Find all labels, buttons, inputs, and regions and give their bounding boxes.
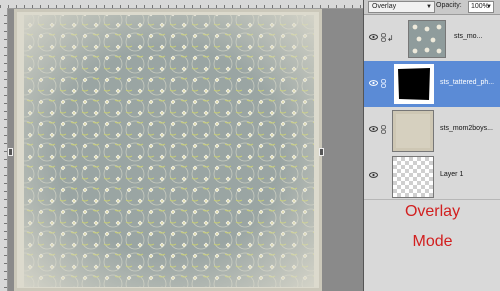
layer-name: sts_mo... <box>454 33 483 40</box>
opacity-input[interactable]: 100% ▼ <box>468 1 494 13</box>
layer-row-selected[interactable]: sts_tattered_ph... <box>364 61 500 108</box>
eye-icon[interactable] <box>369 34 378 40</box>
pattern-paper-image <box>14 9 322 291</box>
layer-thumbnail <box>394 64 434 104</box>
link-icon[interactable] <box>381 33 386 42</box>
clip-arrow-icon: ↲ <box>387 34 394 43</box>
transform-handle-left[interactable] <box>8 148 13 156</box>
link-icon[interactable] <box>381 125 386 134</box>
transform-handle-right[interactable] <box>319 148 324 156</box>
layer-row[interactable]: ↲ sts_mo... <box>364 15 500 62</box>
overlay-annotation-line1: Overlay <box>404 203 461 220</box>
layer-thumbnail <box>392 110 434 152</box>
layers-panel: Overlay ▼ Opacity: 100% ▼ ↲ sts_mo... st… <box>363 0 500 291</box>
eye-icon[interactable] <box>369 126 378 132</box>
layer-name: sts_tattered_ph... <box>440 79 495 86</box>
blend-mode-value: Overlay <box>372 3 397 10</box>
layer-name: sts_mom2boys... <box>440 125 493 132</box>
horizontal-ruler <box>0 0 363 9</box>
blend-mode-select[interactable]: Overlay ▼ <box>368 1 435 13</box>
chevron-down-icon: ▼ <box>426 4 432 10</box>
canvas-area[interactable] <box>0 0 363 291</box>
document-canvas[interactable] <box>14 9 322 291</box>
overlay-annotation-line2: Mode <box>412 233 453 250</box>
vertical-ruler <box>0 8 8 291</box>
eye-icon[interactable] <box>369 172 378 178</box>
layer-name: Layer 1 <box>440 171 464 178</box>
layers-panel-toolbar: Overlay ▼ Opacity: 100% ▼ <box>364 0 500 15</box>
layer-thumbnail <box>408 20 446 58</box>
link-icon[interactable] <box>381 79 386 88</box>
layer-thumbnail <box>392 156 434 198</box>
layer-row[interactable]: sts_mom2boys... <box>364 107 500 154</box>
opacity-label: Opacity: <box>436 2 462 9</box>
layer-row[interactable]: Layer 1 <box>364 153 500 200</box>
chevron-down-icon: ▼ <box>486 4 492 10</box>
eye-icon[interactable] <box>369 80 378 86</box>
